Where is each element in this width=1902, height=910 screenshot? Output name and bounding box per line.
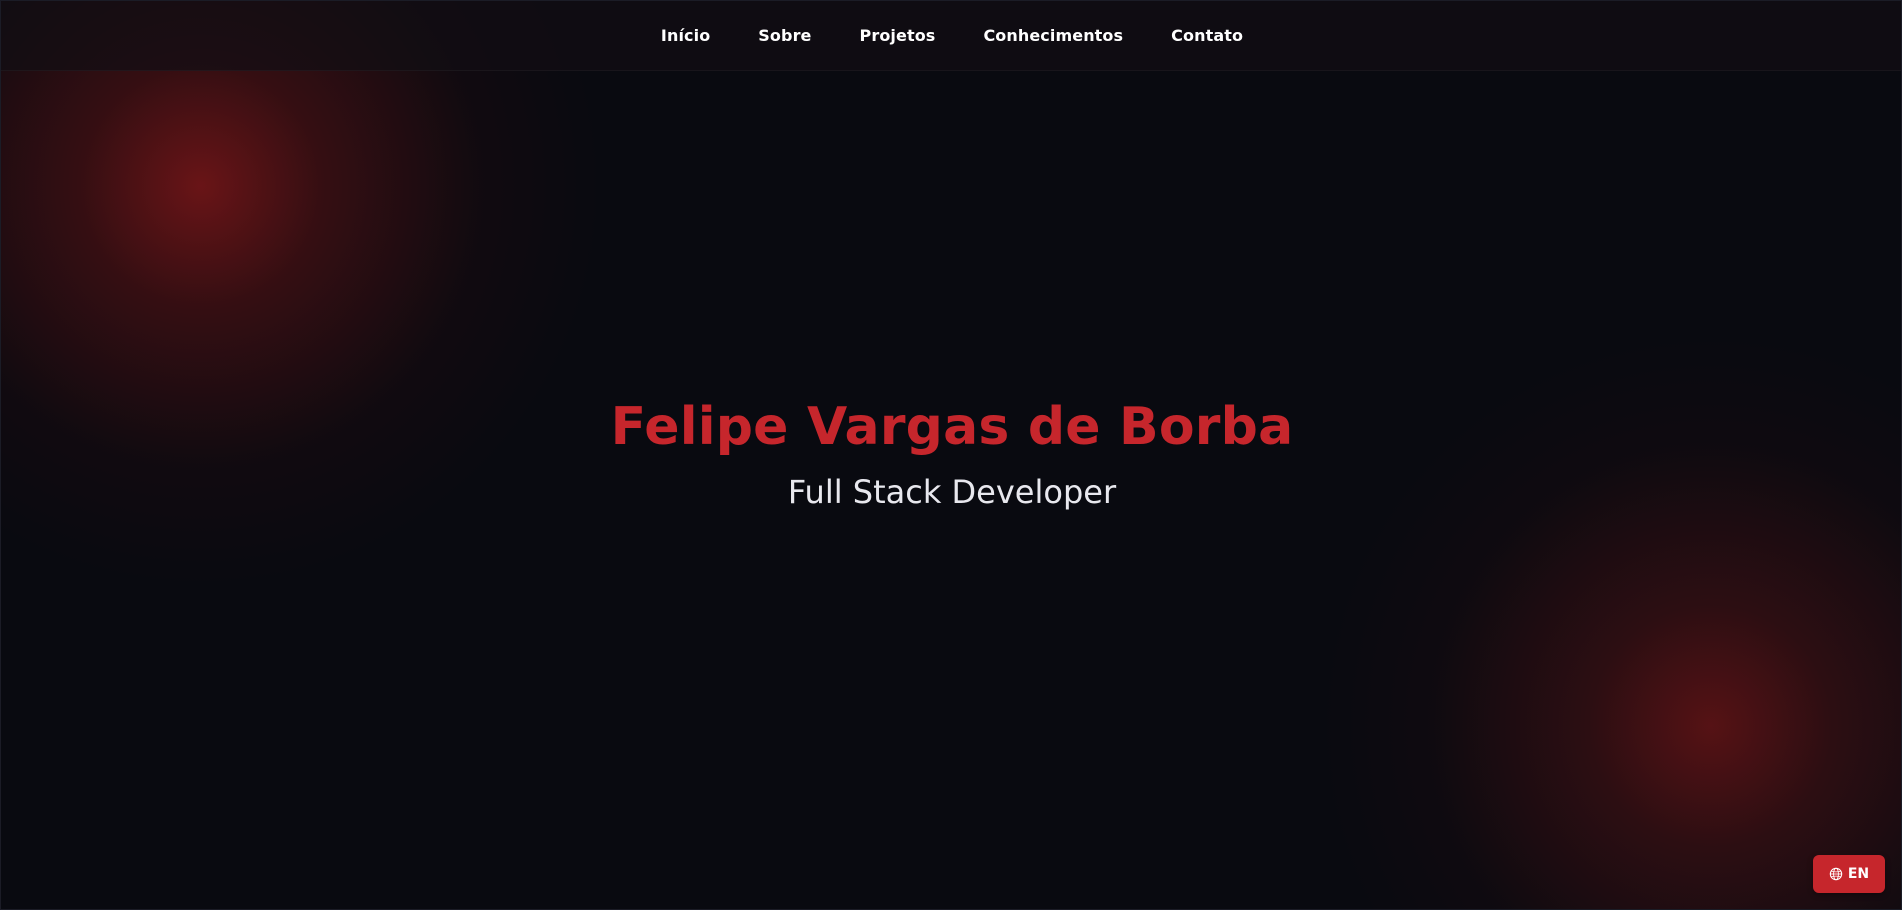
nav-list: Início Sobre Projetos Conhecimentos Cont… <box>637 26 1267 45</box>
nav-link-projetos[interactable]: Projetos <box>836 26 960 45</box>
nav-link-inicio[interactable]: Início <box>637 26 734 45</box>
language-label: EN <box>1847 866 1870 882</box>
nav-link-sobre[interactable]: Sobre <box>734 26 835 45</box>
globe-icon <box>1829 867 1843 881</box>
hero-section: Felipe Vargas de Borba Full Stack Develo… <box>1 396 1901 512</box>
top-navigation: Início Sobre Projetos Conhecimentos Cont… <box>1 1 1901 71</box>
hero-name: Felipe Vargas de Borba <box>610 397 1294 457</box>
hero-role: Full Stack Developer <box>787 473 1117 512</box>
nav-link-conhecimentos[interactable]: Conhecimentos <box>959 26 1147 45</box>
main-nav: Início Sobre Projetos Conhecimentos Cont… <box>637 26 1267 45</box>
language-toggle-button[interactable]: EN <box>1813 855 1885 893</box>
page: Início Sobre Projetos Conhecimentos Cont… <box>0 0 1902 910</box>
nav-link-contato[interactable]: Contato <box>1147 26 1267 45</box>
